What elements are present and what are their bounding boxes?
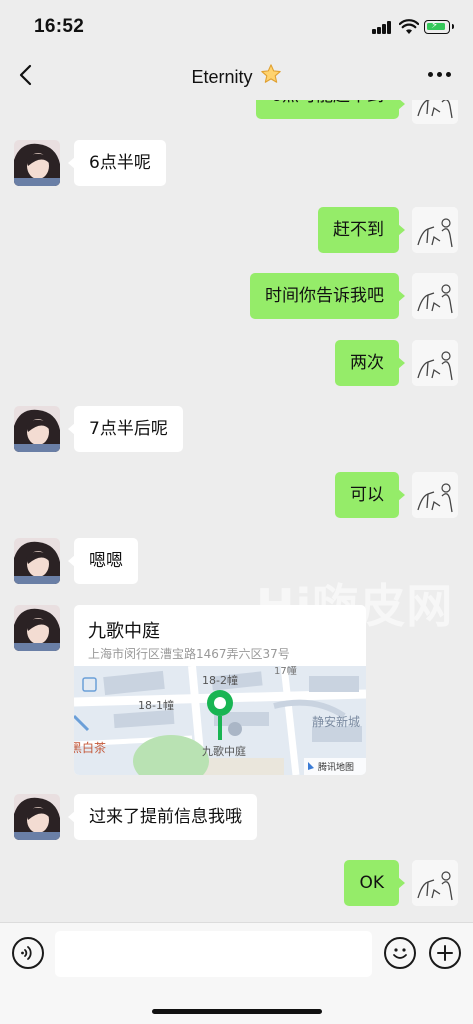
message-bubble-outgoing[interactable]: 6点可能赶不到 [256,100,405,119]
status-bar: 16:52 ⚡ [0,0,473,54]
location-card[interactable]: 九歌中庭 上海市闵行区漕宝路1467弄六区37号 18-2幢 18-1幢 17幢… [74,605,366,775]
contact-avatar[interactable] [14,605,60,651]
contact-avatar[interactable] [14,406,60,452]
map-label: 17幢 [274,666,297,677]
chat-header: Eternity [0,54,473,100]
message-bubble-outgoing[interactable]: OK [344,860,405,906]
location-name: 九歌中庭 [88,621,160,642]
my-avatar[interactable] [412,100,458,124]
contact-avatar[interactable] [14,538,60,584]
more-dots-icon[interactable] [428,72,452,80]
message-bubble-incoming[interactable]: 嗯嗯 [68,538,138,584]
map-label: 18-1幢 [138,698,174,712]
emoji-icon[interactable] [384,937,416,969]
map-label: 九歌中庭 [202,744,246,758]
contact-name: Eternity [191,67,253,87]
add-icon[interactable] [429,937,461,969]
map-label: 黑白茶 [74,740,106,755]
message-list[interactable]: 6点可能赶不到 6点半呢 赶不到 时间你告诉我吧 两次 7点半后呢 可以 嗯嗯 … [0,100,473,922]
my-avatar[interactable] [412,340,458,386]
home-indicator [152,1009,322,1014]
message-bubble-outgoing[interactable]: 时间你告诉我吧 [250,273,405,319]
wifi-icon [399,19,419,34]
contact-avatar[interactable] [14,794,60,840]
message-input[interactable] [55,931,372,977]
star-icon [260,64,281,83]
signal-icon [372,21,392,34]
voice-icon[interactable] [12,937,44,969]
my-avatar[interactable] [412,207,458,253]
my-avatar[interactable] [412,860,458,906]
my-avatar[interactable] [412,472,458,518]
message-bubble-outgoing[interactable]: 赶不到 [318,207,405,253]
battery-icon: ⚡ [424,20,454,34]
status-time: 16:52 [34,16,85,37]
map-label: 18-2幢 [202,673,238,687]
location-map[interactable]: 18-2幢 18-1幢 17幢 九歌中庭 黑白茶 静安新城 腾讯地图 [74,666,366,775]
message-bubble-incoming[interactable]: 7点半后呢 [68,406,183,452]
chat-title: Eternity [0,63,473,88]
map-label: 静安新城 [312,714,360,729]
message-bubble-incoming[interactable]: 6点半呢 [68,140,166,186]
map-provider-label: 腾讯地图 [318,761,354,773]
contact-avatar[interactable] [14,140,60,186]
message-bubble-incoming[interactable]: 过来了提前信息我哦 [68,794,257,840]
location-address: 上海市闵行区漕宝路1467弄六区37号 [88,647,290,661]
message-bubble-outgoing[interactable]: 两次 [335,340,405,386]
message-bubble-outgoing[interactable]: 可以 [335,472,405,518]
my-avatar[interactable] [412,273,458,319]
